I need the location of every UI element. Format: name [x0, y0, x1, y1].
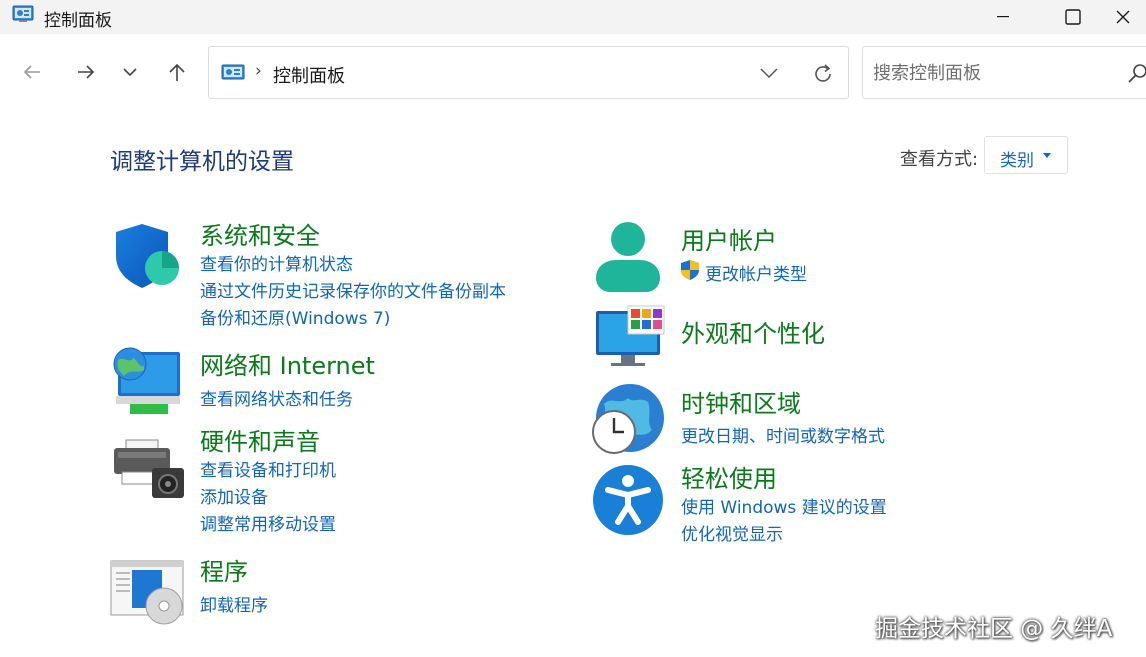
uac-shield-icon [681, 260, 699, 280]
link-uninstall-program[interactable]: 卸载程序 [200, 591, 268, 616]
view-by-dropdown[interactable]: 类别 [984, 136, 1068, 174]
breadcrumb-control-panel[interactable]: 控制面板 [273, 62, 345, 88]
link-add-device[interactable]: 添加设备 [200, 483, 268, 508]
window-title: 控制面板 [44, 11, 112, 31]
view-by-label: 查看方式: [900, 149, 979, 170]
link-network-status-tasks[interactable]: 查看网络状态和任务 [200, 385, 353, 410]
accessibility-icon[interactable] [592, 464, 664, 536]
appearance-monitor-icon[interactable] [595, 305, 667, 369]
category-title-appearance[interactable]: 外观和个性化 [681, 314, 825, 349]
printer-speaker-icon[interactable] [112, 438, 186, 500]
minimize-icon [997, 16, 1009, 18]
refresh-icon [815, 64, 831, 82]
breadcrumb-separator: › [255, 61, 262, 81]
user-account-icon[interactable] [594, 220, 662, 294]
category-title-user-accounts[interactable]: 用户帐户 [681, 221, 777, 256]
search-box[interactable] [862, 46, 1146, 99]
link-change-account-type[interactable]: 更改帐户类型 [705, 260, 807, 285]
search-input[interactable] [873, 61, 1113, 85]
arrow-left-icon [23, 65, 40, 79]
security-shield-icon[interactable] [112, 222, 180, 290]
minimize-button[interactable] [980, 0, 1026, 34]
programs-disc-icon[interactable] [110, 560, 186, 626]
page-title: 调整计算机的设置 [110, 149, 294, 175]
clock-region-globe-icon[interactable] [590, 382, 666, 456]
refresh-button[interactable] [809, 60, 837, 88]
link-file-history-backup[interactable]: 通过文件历史记录保存你的文件备份副本 [200, 277, 506, 302]
address-history-button[interactable] [757, 61, 781, 85]
link-backup-restore[interactable]: 备份和还原(Windows 7) [200, 304, 390, 329]
arrow-right-icon [78, 65, 95, 79]
link-windows-suggested-settings[interactable]: 使用 Windows 建议的设置 [681, 493, 887, 518]
control-panel-app-icon [12, 5, 34, 22]
link-optimize-visual-display[interactable]: 优化视觉显示 [681, 520, 783, 545]
recent-locations-button[interactable] [114, 56, 146, 88]
link-devices-printers[interactable]: 查看设备和打印机 [200, 456, 336, 481]
category-title-clock-region[interactable]: 时钟和区域 [681, 384, 801, 419]
control-panel-icon [221, 64, 245, 80]
close-icon [1116, 10, 1130, 24]
back-button[interactable] [16, 56, 48, 88]
maximize-icon [1065, 9, 1081, 25]
category-title-network-internet[interactable]: 网络和 Internet [200, 346, 375, 381]
network-globe-monitor-icon[interactable] [110, 346, 184, 416]
link-mobility-settings[interactable]: 调整常用移动设置 [200, 510, 336, 535]
category-title-hardware-sound[interactable]: 硬件和声音 [200, 422, 320, 457]
view-by-value: 类别 [1000, 151, 1034, 171]
caret-down-icon [1043, 153, 1051, 158]
up-button[interactable] [161, 56, 193, 88]
maximize-button[interactable] [1050, 0, 1096, 34]
title-bar: 控制面板 [0, 0, 1146, 34]
category-title-ease-of-access[interactable]: 轻松使用 [681, 459, 777, 494]
chevron-down-icon [760, 68, 778, 78]
category-title-programs[interactable]: 程序 [200, 552, 248, 587]
close-button[interactable] [1100, 0, 1146, 34]
address-bar[interactable]: › 控制面板 [208, 46, 849, 99]
search-icon[interactable] [1127, 62, 1146, 84]
watermark-text: 掘金技术社区 @ 久绊A [875, 616, 1113, 642]
control-panel-window: 控制面板 › 控制面板 搜索控制面板 调整计算机的设置 查看方式: 类别 系统和… [0, 0, 1146, 657]
navigation-bar: › 控制面板 [0, 34, 1146, 112]
link-change-date-time-format[interactable]: 更改日期、时间或数字格式 [681, 422, 885, 447]
link-view-computer-status[interactable]: 查看你的计算机状态 [200, 250, 353, 275]
chevron-down-icon [123, 68, 137, 77]
forward-button[interactable] [70, 56, 102, 88]
category-title-system-security[interactable]: 系统和安全 [200, 216, 320, 251]
arrow-up-icon [169, 63, 185, 81]
